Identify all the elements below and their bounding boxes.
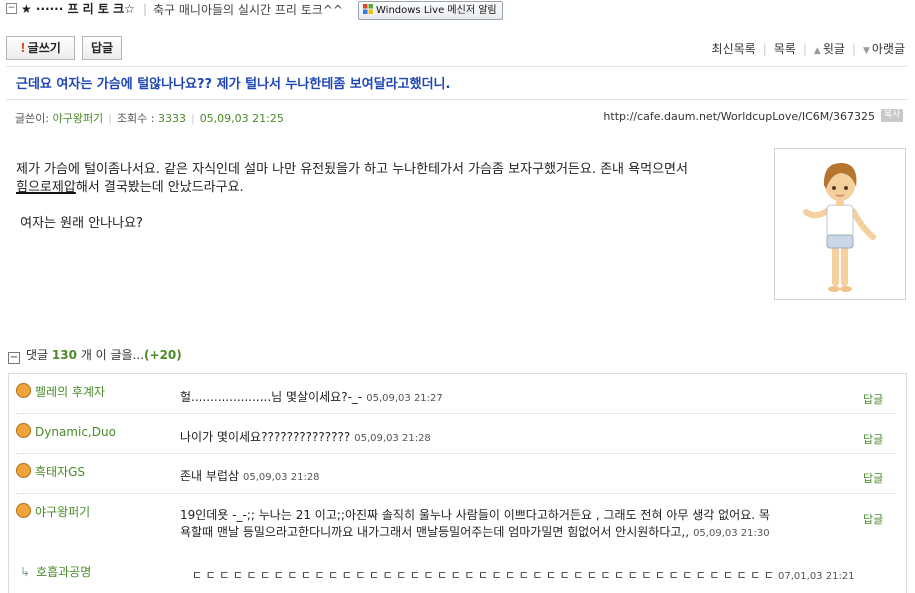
smiley-icon [16, 383, 31, 398]
underlined-text: 힘으로제압 [16, 180, 76, 195]
comment-author-name: 펠레의 후계자 [35, 385, 106, 399]
recent-list-link[interactable]: 최신목록 [712, 42, 756, 56]
comment-divider [16, 453, 896, 454]
copy-url-button[interactable]: 복사 [881, 109, 903, 122]
comment-reply-button[interactable]: 답글 [863, 431, 883, 447]
collapse-toggle[interactable]: − [6, 3, 17, 14]
comment-divider [16, 493, 896, 494]
divider [6, 99, 907, 100]
smiley-icon [16, 503, 31, 518]
views-label: 조회수 : [116, 112, 155, 125]
author-name[interactable]: 야구왕퍼기 [53, 112, 104, 125]
write-label: 글쓰기 [27, 41, 61, 55]
subreply-author[interactable]: ↳ 호흡과공명 [20, 563, 91, 580]
comment-author-name: 흑태자GS [35, 465, 86, 479]
comment-body: 나이가 몇이세요?????????????? [180, 430, 351, 444]
comment-text: 19인데욧 -_-;; 누나는 21 이고;;아진짜 솔직히 울누나 사람들이 … [180, 507, 778, 542]
comment-author[interactable]: 펠레의 후계자 [16, 383, 105, 400]
body-text-rest: 해서 결국봤는데 안났드라구요. [75, 180, 244, 195]
windows-flag-icon [363, 4, 373, 14]
post-subject: 근데요 여자는 가슴에 털않나나요?? 제가 털나서 누나한테좀 보여달라고했더… [16, 77, 451, 92]
smiley-icon [16, 423, 31, 438]
comment-author[interactable]: 야구왕퍼기 [16, 503, 90, 520]
comment-text: 존내 부럽삼 05,09,03 21:28 [180, 468, 778, 486]
next-post-link[interactable]: 아랫글 [872, 42, 905, 56]
comment-text: 나이가 몇이세요?????????????? 05,09,03 21:28 [180, 429, 778, 447]
prev-post-link[interactable]: 윗글 [823, 42, 845, 56]
post-meta: 글쓴이: 야구왕퍼기 | 조회수 : 3333 | 05,09,03 21:25 [15, 112, 284, 125]
comment-divider [16, 413, 896, 414]
post-navigation: 최신목록 | 목록 | ▲ 윗글 | ▼ 아랫글 [711, 42, 905, 56]
comment-list: 펠레의 후계자 헐.....................님 몇살이세요?-_… [8, 373, 907, 593]
views-count: 3333 [157, 112, 186, 125]
subreply-author-name: 호흡과공명 [36, 565, 92, 579]
subreply-date: 07,01,03 21:21 [778, 571, 855, 582]
comment-body: 19인데욧 -_-;; 누나는 21 이고;;아진짜 솔직히 울누나 사람들이 … [180, 508, 770, 539]
body-line: 여자는 원래 안나나요? [16, 216, 143, 231]
comments-count: 130 [51, 348, 77, 362]
comment-date: 05,09,03 21:28 [354, 433, 431, 444]
avatar-frame [774, 148, 906, 300]
up-arrow-icon: ▲ [813, 46, 821, 56]
comment-date: 05,09,03 21:28 [243, 472, 320, 483]
smiley-icon [16, 463, 31, 478]
body-line: 힘으로제압해서 결국봤는데 안났드라구요. [16, 179, 761, 197]
write-button[interactable]: ! 글쓰기 [6, 36, 75, 60]
board-title[interactable]: ★ ······ 프 리 토 크☆ [21, 0, 135, 17]
comment-reply-button[interactable]: 답글 [863, 511, 883, 527]
comments-label: 댓글 [26, 348, 49, 362]
comments-header: − 댓글 130 개 이 글을...(+20) [8, 346, 182, 364]
comments-label-suffix: 개 이 글을... [80, 348, 145, 362]
board-description: 축구 매니아들의 실시간 프리 토크^^ [153, 3, 343, 17]
post-body: 제가 가슴에 털이좀나서요. 같은 자식인데 설마 나만 유전됬을가 하고 누나… [16, 161, 761, 233]
comment-author-name: Dynamic,Duo [35, 425, 116, 439]
collapse-comments-button[interactable]: − [8, 352, 20, 364]
down-arrow-icon: ▼ [862, 46, 870, 56]
comment-author-name: 야구왕퍼기 [35, 505, 91, 519]
list-link[interactable]: 목록 [774, 42, 796, 56]
post-url[interactable]: http://cafe.daum.net/WorldcupLove/IC6M/3… [603, 110, 875, 123]
body-line: 제가 가슴에 털이좀나서요. 같은 자식인데 설마 나만 유전됬을가 하고 누나… [16, 162, 688, 177]
reply-arrow-icon: ↳ [20, 565, 31, 579]
title-separator: | [143, 2, 148, 16]
comment-author[interactable]: Dynamic,Duo [16, 423, 116, 439]
comment-reply-button[interactable]: 답글 [863, 391, 883, 407]
comment-author[interactable]: 흑태자GS [16, 463, 85, 480]
comment-date: 05,09,03 21:30 [693, 528, 770, 539]
write-mark-icon: ! [20, 41, 26, 55]
divider [6, 66, 907, 67]
comments-plus: (+20) [144, 348, 182, 362]
author-label: 글쓴이: [15, 112, 50, 125]
comment-body: 존내 부럽삼 [180, 469, 240, 483]
comment-text: 헐.....................님 몇살이세요?-_- 05,09,0… [180, 389, 778, 407]
reply-button[interactable]: 답글 [82, 36, 122, 60]
comment-reply-button[interactable]: 답글 [863, 470, 883, 486]
windows-live-alert-button[interactable]: Windows Live 메신저 알림 [358, 1, 503, 20]
windows-live-label: Windows Live 메신저 알림 [376, 5, 497, 16]
avatar-image [803, 163, 876, 292]
subreply-text: ㄷ ㄷ ㄷ ㄷ ㄷ ㄷ ㄷ ㄷ ㄷ ㄷ ㄷ ㄷ ㄷ ㄷ ㄷ ㄷ ㄷ ㄷ ㄷ ㄷ … [192, 567, 872, 585]
comment-date: 05,09,03 21:27 [366, 393, 443, 404]
subreply-body: ㄷ ㄷ ㄷ ㄷ ㄷ ㄷ ㄷ ㄷ ㄷ ㄷ ㄷ ㄷ ㄷ ㄷ ㄷ ㄷ ㄷ ㄷ ㄷ ㄷ … [192, 569, 775, 582]
comment-body: 헐.....................님 몇살이세요?-_- [180, 390, 363, 404]
post-date: 05,09,03 21:25 [199, 112, 284, 125]
